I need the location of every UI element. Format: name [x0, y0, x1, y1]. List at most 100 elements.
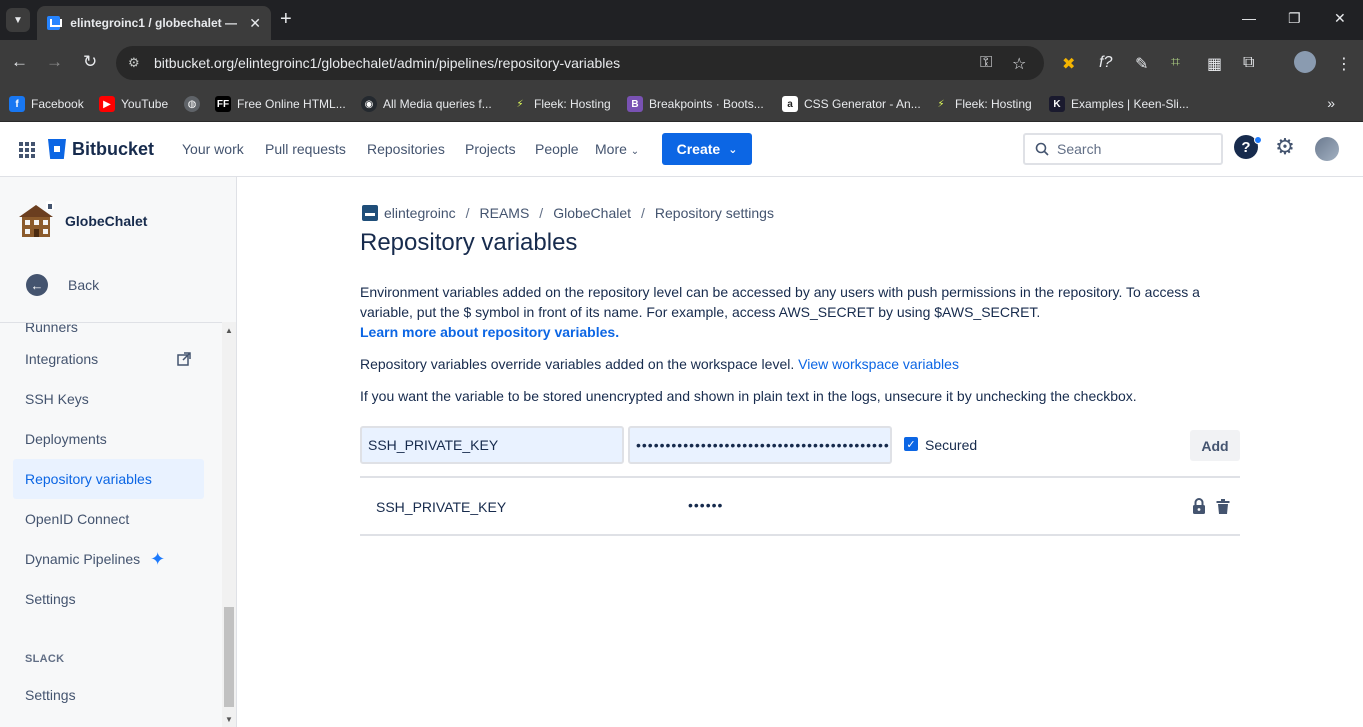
keen-slider-icon: K	[1049, 96, 1065, 112]
sidebar-item-settings[interactable]: Settings	[13, 579, 204, 619]
restore-icon[interactable]: ❐	[1288, 10, 1301, 27]
sidebar-item-integrations[interactable]: Integrations	[13, 339, 204, 379]
app-switcher-icon[interactable]	[19, 142, 35, 158]
learn-more-link[interactable]: Learn more about repository variables.	[360, 324, 619, 340]
back-button[interactable]: ← Back	[26, 274, 99, 296]
bookmark-fleek-2[interactable]: ⚡ Fleek: Hosting	[933, 93, 1031, 115]
site-info-icon[interactable]: ⚙	[128, 55, 140, 71]
workspace-icon	[362, 205, 378, 221]
sidebar: GlobeChalet ← Back Runners Integrations …	[0, 177, 237, 727]
scroll-up-icon[interactable]: ▲	[225, 326, 233, 335]
back-arrow-icon: ←	[26, 274, 48, 296]
bookmark-globe[interactable]: ◍	[184, 93, 206, 115]
browser-profile-avatar[interactable]	[1294, 51, 1316, 73]
bookmarks-bar: f Facebook ▶ YouTube ◍ FF Free Online HTML.…	[0, 86, 1363, 122]
browser-tab[interactable]: elintegroinc1 / globechalet — Bitbucket …	[37, 6, 271, 40]
bookmark-facebook[interactable]: f Facebook	[9, 93, 84, 115]
sparkle-ai-icon: ✦	[150, 548, 166, 569]
search-input[interactable]	[1057, 141, 1207, 157]
fleek-icon: ⚡	[937, 98, 945, 110]
sidebar-scrollbar[interactable]: ▲ ▼	[222, 322, 236, 727]
scroll-down-icon[interactable]: ▼	[225, 715, 233, 724]
nav-your-work[interactable]: Your work	[182, 141, 244, 157]
qr-code-icon[interactable]: ▦	[1207, 54, 1222, 74]
repo-name[interactable]: GlobeChalet	[65, 213, 147, 229]
close-window-icon[interactable]: ✕	[1334, 10, 1346, 27]
nav-repositories[interactable]: Repositories	[367, 141, 445, 157]
browser-tabstrip: ▼ elintegroinc1 / globechalet — Bitbucke…	[0, 0, 1363, 40]
nav-pull-requests[interactable]: Pull requests	[265, 141, 346, 157]
address-bar[interactable]: ⚙ bitbucket.org/elintegroinc1/globechale…	[116, 46, 1044, 80]
create-button[interactable]: Create ⌄	[662, 133, 752, 165]
product-name[interactable]: Bitbucket	[72, 139, 154, 160]
breadcrumb-repo[interactable]: GlobeChalet	[553, 205, 631, 221]
ruler-extension-icon[interactable]: ⌗	[1171, 54, 1180, 72]
nav-people[interactable]: People	[535, 141, 579, 157]
sidebar-item-slack-settings[interactable]: Settings	[13, 675, 204, 715]
search-box[interactable]	[1023, 133, 1223, 165]
extensions-puzzle-icon[interactable]: ⧉	[1243, 54, 1254, 72]
password-key-icon[interactable]: ⚿	[980, 54, 992, 72]
bookmark-media-queries[interactable]: ◉ All Media queries f...	[361, 93, 492, 115]
search-icon	[1035, 142, 1049, 156]
breadcrumb-workspace[interactable]: elintegroinc	[384, 205, 456, 221]
variable-name-input[interactable]	[360, 426, 624, 464]
browser-menu-icon[interactable]: ⋮	[1336, 54, 1352, 74]
url-text: bitbucket.org/elintegroinc1/globechalet/…	[154, 55, 621, 71]
forward-arrow-icon[interactable]: →	[46, 52, 63, 72]
breadcrumb: elintegroinc / REAMS / GlobeChalet / Rep…	[362, 205, 774, 221]
browser-toolbar: ← → ↻ ⚙ bitbucket.org/elintegroinc1/glob…	[0, 40, 1363, 86]
tab-title: elintegroinc1 / globechalet — Bitbucket	[70, 16, 241, 30]
nav-projects[interactable]: Projects	[465, 141, 516, 157]
breadcrumb-settings[interactable]: Repository settings	[655, 205, 774, 221]
secured-label: Secured	[925, 437, 978, 453]
tab-close-icon[interactable]: ✕	[249, 15, 261, 32]
ff-icon: FF	[215, 96, 231, 112]
bitbucket-header: Bitbucket Your work Pull requests Reposi…	[0, 122, 1363, 177]
trash-icon[interactable]	[1216, 499, 1230, 514]
notification-dot	[1254, 136, 1262, 144]
view-workspace-variables-link[interactable]: View workspace variables	[798, 356, 959, 372]
new-tab-button[interactable]: +	[280, 8, 292, 31]
secured-checkbox[interactable]: ✓	[904, 437, 918, 451]
chevron-down-icon: ⌄	[728, 143, 738, 156]
bookmark-fleek-1[interactable]: ⚡ Fleek: Hosting	[512, 93, 610, 115]
sidebar-item-ssh-keys[interactable]: SSH Keys	[13, 379, 204, 419]
font-extension-icon[interactable]: f?	[1099, 54, 1112, 72]
github-icon: ◉	[361, 96, 377, 112]
fleek-icon: ⚡	[516, 98, 524, 110]
bookmark-youtube[interactable]: ▶ YouTube	[99, 93, 168, 115]
variable-value-input[interactable]	[628, 426, 892, 464]
tab-search-button[interactable]: ▼	[6, 8, 30, 32]
color-picker-icon[interactable]: ✎	[1135, 54, 1148, 74]
sidebar-item-deployments[interactable]: Deployments	[13, 419, 204, 459]
sidebar-item-repository-variables[interactable]: Repository variables	[13, 459, 204, 499]
sidebar-item-dynamic-pipelines[interactable]: Dynamic Pipelines ✦	[13, 539, 204, 579]
sidebar-scroll-area: Runners Integrations SSH Keys Deployment…	[0, 322, 222, 727]
external-link-icon	[177, 352, 191, 366]
bookmark-keen-slider[interactable]: K Examples | Keen-Sli...	[1049, 93, 1189, 115]
bookmarks-overflow-icon[interactable]: »	[1327, 95, 1335, 111]
bitbucket-logo-icon[interactable]	[48, 139, 66, 159]
bookmark-css-generator[interactable]: a CSS Generator - An...	[782, 93, 921, 115]
extension-icon[interactable]: ✖	[1062, 54, 1075, 74]
bookmark-breakpoints[interactable]: B Breakpoints · Boots...	[627, 93, 764, 115]
youtube-icon: ▶	[99, 96, 115, 112]
chevron-down-icon: ⌄	[630, 146, 640, 157]
bookmark-free-online-html[interactable]: FF Free Online HTML...	[215, 93, 346, 115]
workspace-override-paragraph: Repository variables override variables …	[360, 356, 959, 372]
bookmark-star-icon[interactable]: ☆	[1012, 54, 1026, 74]
breadcrumb-project[interactable]: REAMS	[480, 205, 530, 221]
breadcrumb-separator: /	[641, 205, 645, 221]
add-variable-button[interactable]: Add	[1190, 430, 1240, 461]
user-avatar[interactable]	[1315, 137, 1339, 161]
settings-gear-icon[interactable]: ⚙	[1273, 134, 1297, 159]
sidebar-item-openid-connect[interactable]: OpenID Connect	[13, 499, 204, 539]
nav-more[interactable]: More ⌄	[595, 141, 639, 157]
reload-icon[interactable]: ↻	[83, 52, 97, 72]
page-title: Repository variables	[360, 229, 578, 256]
minimize-icon[interactable]: —	[1242, 10, 1256, 26]
back-arrow-icon[interactable]: ←	[11, 52, 28, 72]
lock-icon[interactable]	[1192, 498, 1206, 514]
scroll-thumb[interactable]	[224, 607, 234, 707]
